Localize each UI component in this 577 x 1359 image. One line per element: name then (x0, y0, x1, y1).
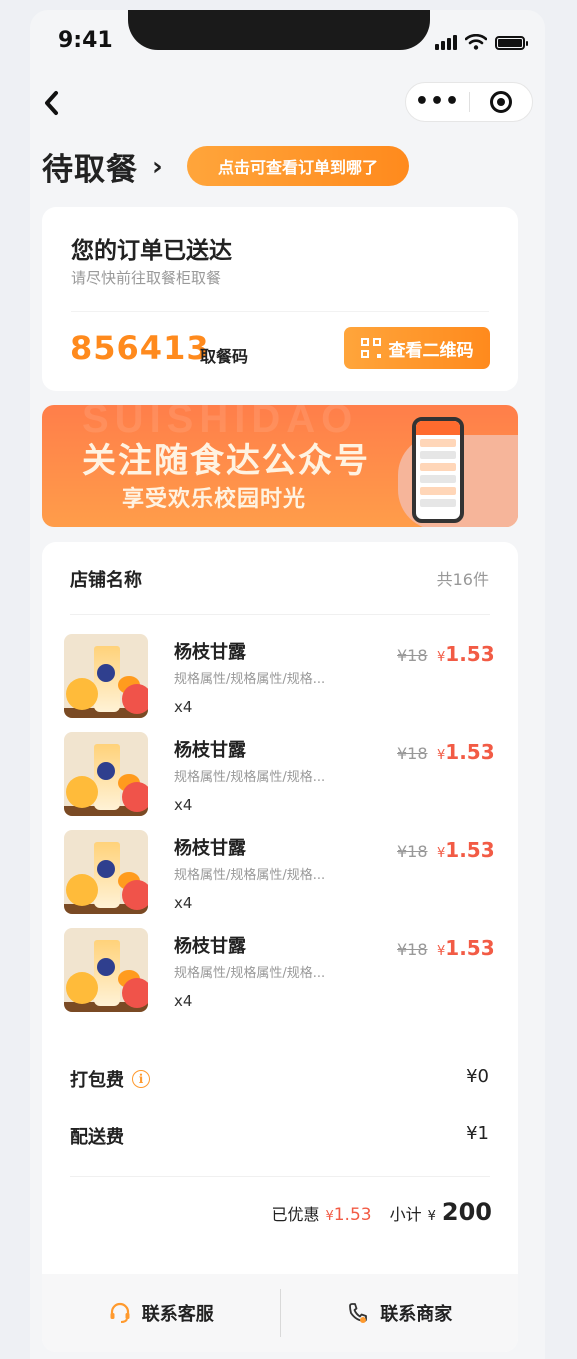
item-name: 杨枝甘露 (174, 642, 246, 663)
order-items-card: 店铺名称 共16件 杨枝甘露 规格属性/规格属性/规格... x4 ¥18 ¥1… (42, 542, 518, 1352)
list-item[interactable]: 杨枝甘露 规格属性/规格属性/规格... x4 ¥18 ¥1.53 (64, 732, 495, 820)
delivery-fee-value: ¥1 (466, 1123, 489, 1144)
more-button[interactable]: ••• (406, 89, 469, 114)
item-name: 杨枝甘露 (174, 838, 246, 859)
close-mini-program-button[interactable] (470, 91, 532, 113)
signal-icon (435, 35, 457, 50)
item-price: ¥1.53 (437, 936, 495, 960)
item-qty: x4 (174, 992, 193, 1010)
divider (71, 311, 489, 312)
qr-button-label: 查看二维码 (388, 340, 474, 361)
packing-fee-label: 打包费 i (70, 1066, 150, 1092)
status-icons (435, 34, 528, 50)
product-image (64, 830, 148, 914)
original-price: ¥18 (397, 842, 428, 861)
discount-value: ¥1.53 (325, 1205, 372, 1225)
status-time: 9:41 (58, 28, 113, 53)
chevron-right-icon: › (152, 151, 163, 182)
contact-footer: 联系客服 联系商家 (42, 1274, 518, 1352)
order-status-heading: 您的订单已送达 (71, 238, 232, 264)
store-name: 店铺名称 (70, 570, 142, 591)
phone-screen: 9:41 ••• 待取餐 › 点击可查看订单到哪了 您的订单已送达 请尽快前往取… (30, 10, 545, 1359)
title-row[interactable]: 待取餐 › (42, 144, 163, 189)
item-count: 共16件 (436, 570, 489, 589)
banner-title: 关注随食达公众号 (82, 441, 370, 481)
info-icon[interactable]: i (132, 1070, 150, 1088)
pickup-code-label: 取餐码 (200, 347, 249, 366)
item-name: 杨枝甘露 (174, 936, 246, 957)
order-summary: 已优惠 ¥1.53 小计 ¥ 200 (271, 1198, 492, 1226)
more-dots-icon: ••• (414, 89, 461, 114)
divider (70, 1176, 490, 1177)
notch (128, 10, 430, 50)
list-item[interactable]: 杨枝甘露 规格属性/规格属性/规格... x4 ¥18 ¥1.53 (64, 830, 495, 918)
target-icon (490, 91, 512, 113)
product-image (64, 634, 148, 718)
item-price: ¥1.53 (437, 642, 495, 666)
packing-fee-value: ¥0 (466, 1066, 489, 1087)
battery-icon (495, 36, 528, 50)
chevron-left-icon (45, 91, 58, 115)
back-button[interactable] (40, 88, 70, 118)
contact-merchant-button[interactable]: 联系商家 (281, 1274, 519, 1352)
order-status-subtext: 请尽快前往取餐柜取餐 (71, 269, 222, 287)
list-item[interactable]: 杨枝甘露 规格属性/规格属性/规格... x4 ¥18 ¥1.53 (64, 928, 495, 1016)
item-price: ¥1.53 (437, 740, 495, 764)
divider (70, 614, 490, 615)
item-spec: 规格属性/规格属性/规格... (174, 770, 326, 785)
promo-banner[interactable]: SUISHIDAO 关注随食达公众号 享受欢乐校园时光 (42, 405, 518, 527)
mini-program-capsule: ••• (405, 82, 533, 122)
qr-code-icon (360, 338, 381, 358)
item-spec: 规格属性/规格属性/规格... (174, 868, 326, 883)
banner-subtitle: 享受欢乐校园时光 (122, 487, 307, 512)
discount-label: 已优惠 (271, 1205, 320, 1224)
item-qty: x4 (174, 698, 193, 716)
delivery-fee-label: 配送费 (70, 1127, 124, 1148)
item-name: 杨枝甘露 (174, 740, 246, 761)
original-price: ¥18 (397, 744, 428, 763)
subtotal-currency: ¥ (427, 1209, 436, 1224)
view-qr-code-button[interactable]: 查看二维码 (344, 327, 490, 369)
subtotal-label: 小计 (389, 1205, 422, 1224)
product-image (64, 928, 148, 1012)
original-price: ¥18 (397, 646, 428, 665)
item-price: ¥1.53 (437, 838, 495, 862)
status-bar: 9:41 (30, 10, 545, 70)
pickup-code: 856413 (70, 329, 210, 367)
contact-service-button[interactable]: 联系客服 (42, 1274, 280, 1352)
wifi-icon (465, 34, 487, 50)
order-status-card: 您的订单已送达 请尽快前往取餐柜取餐 856413 取餐码 查看二维码 (42, 207, 518, 391)
item-spec: 规格属性/规格属性/规格... (174, 966, 326, 981)
item-qty: x4 (174, 796, 193, 814)
subtotal-value: 200 (441, 1198, 492, 1226)
page-title: 待取餐 (42, 152, 138, 188)
phone-illustration (412, 417, 464, 523)
product-image (64, 732, 148, 816)
original-price: ¥18 (397, 940, 428, 959)
track-order-button[interactable]: 点击可查看订单到哪了 (187, 146, 409, 186)
list-item[interactable]: 杨枝甘露 规格属性/规格属性/规格... x4 ¥18 ¥1.53 (64, 634, 495, 722)
headset-icon (110, 1302, 130, 1323)
item-spec: 规格属性/规格属性/规格... (174, 672, 326, 687)
phone-icon (349, 1303, 368, 1323)
item-qty: x4 (174, 894, 193, 912)
